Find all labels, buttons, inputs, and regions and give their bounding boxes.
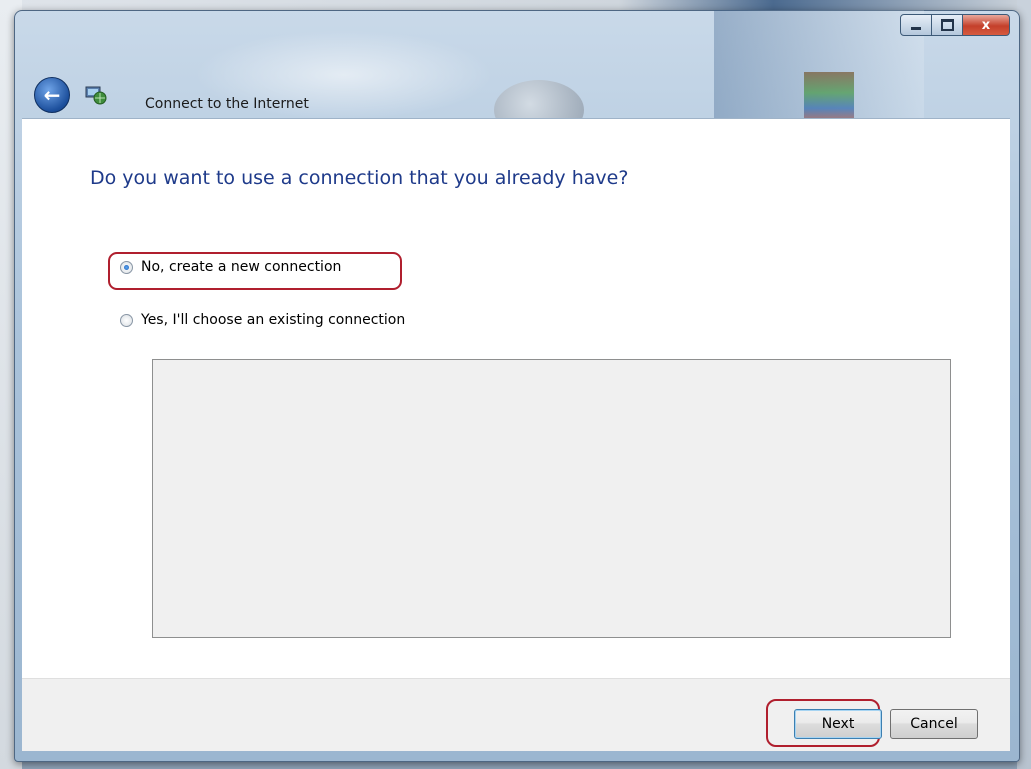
radio-new-connection[interactable] xyxy=(120,260,133,274)
wizard-footer: Next Cancel xyxy=(22,678,1010,751)
radio-existing-connection[interactable] xyxy=(120,313,133,327)
maximize-icon xyxy=(940,19,954,31)
maximize-button[interactable] xyxy=(931,14,963,36)
existing-connections-list[interactable] xyxy=(152,359,951,638)
background-thumbnail xyxy=(804,72,854,124)
option-existing-connection[interactable]: Yes, I'll choose an existing connection xyxy=(120,312,405,328)
wizard-title: Connect to the Internet xyxy=(145,96,309,112)
next-button[interactable]: Next xyxy=(794,709,882,739)
page-question: Do you want to use a connection that you… xyxy=(90,167,629,189)
back-button[interactable]: ← xyxy=(34,77,70,113)
option-new-connection-label: No, create a new connection xyxy=(141,259,342,275)
network-icon xyxy=(80,82,108,108)
close-button[interactable]: x xyxy=(962,14,1010,36)
close-icon: x xyxy=(981,17,991,33)
option-new-connection[interactable]: No, create a new connection xyxy=(120,259,341,275)
cancel-button[interactable]: Cancel xyxy=(890,709,978,739)
minimize-icon xyxy=(911,26,921,30)
minimize-button[interactable] xyxy=(900,14,932,36)
option-existing-connection-label: Yes, I'll choose an existing connection xyxy=(141,312,406,328)
back-arrow-icon: ← xyxy=(43,83,61,107)
caption-buttons: x xyxy=(900,14,1010,36)
wizard-content: Do you want to use a connection that you… xyxy=(22,118,1010,679)
